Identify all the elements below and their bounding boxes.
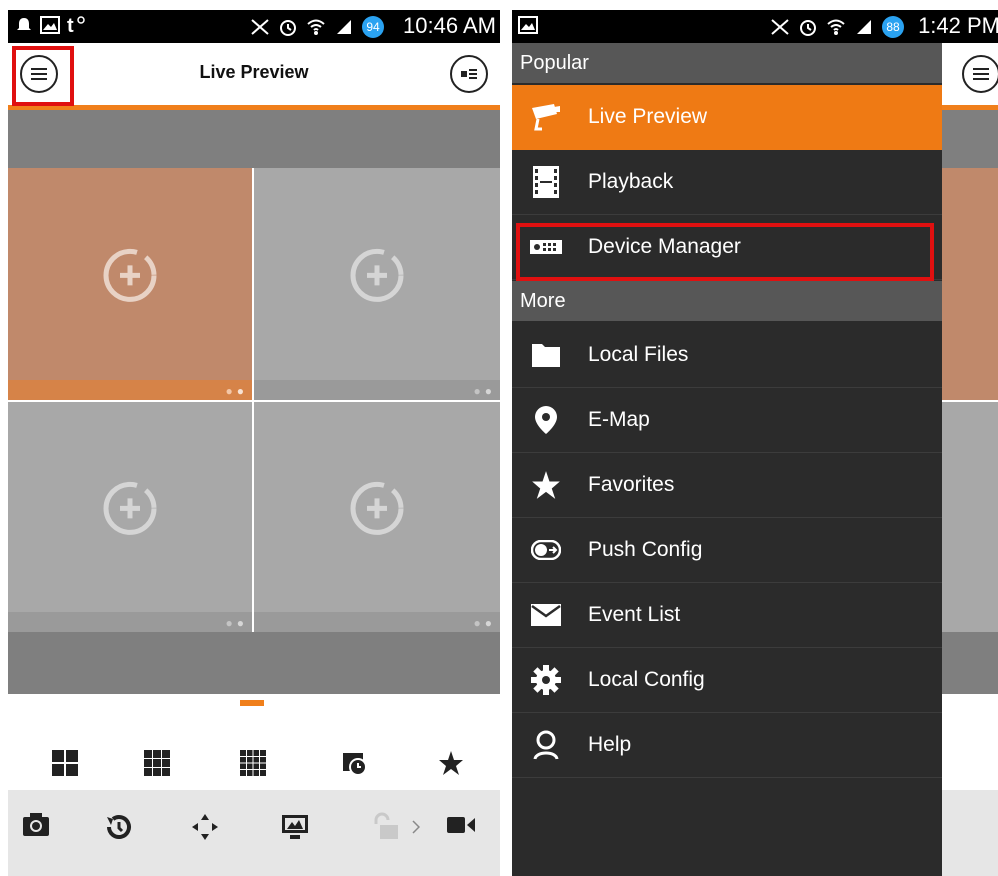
record-dot-icon: ● bbox=[484, 616, 492, 630]
wifi-icon bbox=[826, 17, 846, 37]
toggle-arrow-icon bbox=[530, 534, 562, 566]
signal-icon bbox=[334, 17, 354, 37]
page-title: Live Preview bbox=[199, 62, 309, 82]
page-indicator bbox=[240, 700, 264, 706]
menu-item-event-list[interactable]: Event List bbox=[512, 583, 942, 648]
star-icon bbox=[530, 469, 562, 501]
navigation-drawer-screen: 88 1:42 PM Popular Live Preview Playback… bbox=[512, 10, 998, 876]
status-time: 10:46 AM bbox=[403, 13, 496, 38]
menu-item-label: Event List bbox=[588, 603, 681, 626]
video-tile-4[interactable]: ● ● bbox=[254, 402, 500, 632]
battery-indicator: 94 bbox=[362, 16, 384, 38]
add-camera-icon[interactable] bbox=[349, 480, 405, 541]
behind-toolbar bbox=[942, 790, 998, 876]
add-camera-icon[interactable] bbox=[349, 247, 405, 308]
grid-9-icon[interactable] bbox=[144, 750, 170, 781]
tmobile-icon: t bbox=[66, 15, 86, 35]
menu-item-favorites[interactable]: Favorites bbox=[512, 453, 942, 518]
cctv-camera-icon bbox=[530, 101, 562, 133]
menu-item-live-preview[interactable]: Live Preview bbox=[512, 85, 942, 150]
menu-item-push-config[interactable]: Push Config bbox=[512, 518, 942, 583]
menu-item-help[interactable]: Help bbox=[512, 713, 942, 778]
menu-item-local-config[interactable]: Local Config bbox=[512, 648, 942, 713]
menu-item-label: Live Preview bbox=[588, 105, 708, 128]
mute-icon bbox=[770, 17, 790, 37]
camera-icon[interactable] bbox=[22, 812, 50, 843]
menu-item-label: E-Map bbox=[588, 408, 650, 431]
preview-header-band bbox=[8, 110, 500, 168]
status-time: 1:42 PM bbox=[918, 13, 998, 38]
navigation-drawer: Popular Live Preview Playback Device Man… bbox=[512, 43, 942, 876]
status-bar: t 94 10:46 AM bbox=[8, 10, 500, 43]
add-camera-icon[interactable] bbox=[102, 247, 158, 308]
menu-item-local-files[interactable]: Local Files bbox=[512, 323, 942, 388]
grid-4-icon[interactable] bbox=[52, 750, 78, 781]
ptz-arrows-icon[interactable] bbox=[190, 812, 220, 847]
record-dot-icon: ● bbox=[236, 384, 244, 398]
action-toolbar bbox=[8, 790, 500, 876]
gallery-icon bbox=[518, 15, 538, 35]
behind-tile-1 bbox=[942, 168, 998, 400]
mute-icon bbox=[250, 17, 270, 37]
menu-item-label: Local Files bbox=[588, 343, 689, 366]
device-manager-highlight bbox=[516, 223, 934, 281]
alarm-icon bbox=[798, 17, 818, 37]
folder-icon bbox=[530, 339, 562, 371]
gallery-icon bbox=[40, 15, 60, 35]
mic-icon: ● bbox=[225, 616, 233, 630]
preview-footer-band bbox=[8, 632, 500, 694]
alarm-icon bbox=[278, 17, 298, 37]
menu-item-label: Help bbox=[588, 733, 632, 756]
battery-indicator: 88 bbox=[882, 16, 904, 38]
envelope-icon bbox=[530, 599, 562, 631]
mic-icon: ● bbox=[225, 384, 233, 398]
svg-text:t: t bbox=[67, 15, 74, 35]
title-bar: Live Preview bbox=[8, 43, 500, 110]
menu-item-label: Push Config bbox=[588, 538, 703, 561]
star-icon[interactable] bbox=[438, 750, 464, 781]
film-strip-icon bbox=[530, 166, 562, 198]
menu-item-playback[interactable]: Playback bbox=[512, 150, 942, 215]
behind-footer bbox=[942, 632, 998, 694]
hamburger-circle-icon[interactable] bbox=[962, 55, 998, 93]
unlock-icon[interactable] bbox=[370, 812, 400, 847]
monitor-icon[interactable] bbox=[280, 812, 310, 847]
video-tile-2[interactable]: ● ● bbox=[254, 168, 500, 400]
section-header-popular: Popular bbox=[512, 43, 942, 83]
grid-16-icon[interactable] bbox=[240, 750, 266, 781]
wifi-icon bbox=[306, 17, 326, 37]
menu-item-label: Favorites bbox=[588, 473, 675, 496]
schedule-icon[interactable] bbox=[342, 750, 368, 781]
person-icon bbox=[530, 729, 562, 761]
menu-item-label: Local Config bbox=[588, 668, 705, 691]
gear-icon bbox=[530, 664, 562, 696]
signal-icon bbox=[854, 17, 874, 37]
record-dot-icon: ● bbox=[236, 616, 244, 630]
menu-item-e-map[interactable]: E-Map bbox=[512, 388, 942, 453]
live-preview-screen: t 94 10:46 AM Live Preview ● ● ● ● ● ● ●… bbox=[8, 10, 500, 876]
mic-icon: ● bbox=[473, 384, 481, 398]
record-dot-icon: ● bbox=[484, 384, 492, 398]
device-list-icon[interactable] bbox=[450, 55, 488, 93]
video-tile-1[interactable]: ● ● bbox=[8, 168, 252, 400]
video-tile-3[interactable]: ● ● bbox=[8, 402, 252, 632]
map-pin-icon bbox=[530, 404, 562, 436]
behind-band bbox=[942, 110, 998, 168]
notification-icon bbox=[14, 15, 34, 35]
history-icon[interactable] bbox=[104, 812, 134, 847]
status-bar: 88 1:42 PM bbox=[512, 10, 998, 43]
add-camera-icon[interactable] bbox=[102, 480, 158, 541]
behind-tile-3 bbox=[942, 402, 998, 632]
menu-item-label: Playback bbox=[588, 170, 674, 193]
section-header-more: More bbox=[512, 281, 942, 321]
mic-icon: ● bbox=[473, 616, 481, 630]
chevron-right-icon[interactable] bbox=[412, 820, 421, 839]
video-icon[interactable] bbox=[446, 812, 476, 843]
background-page bbox=[942, 43, 998, 876]
